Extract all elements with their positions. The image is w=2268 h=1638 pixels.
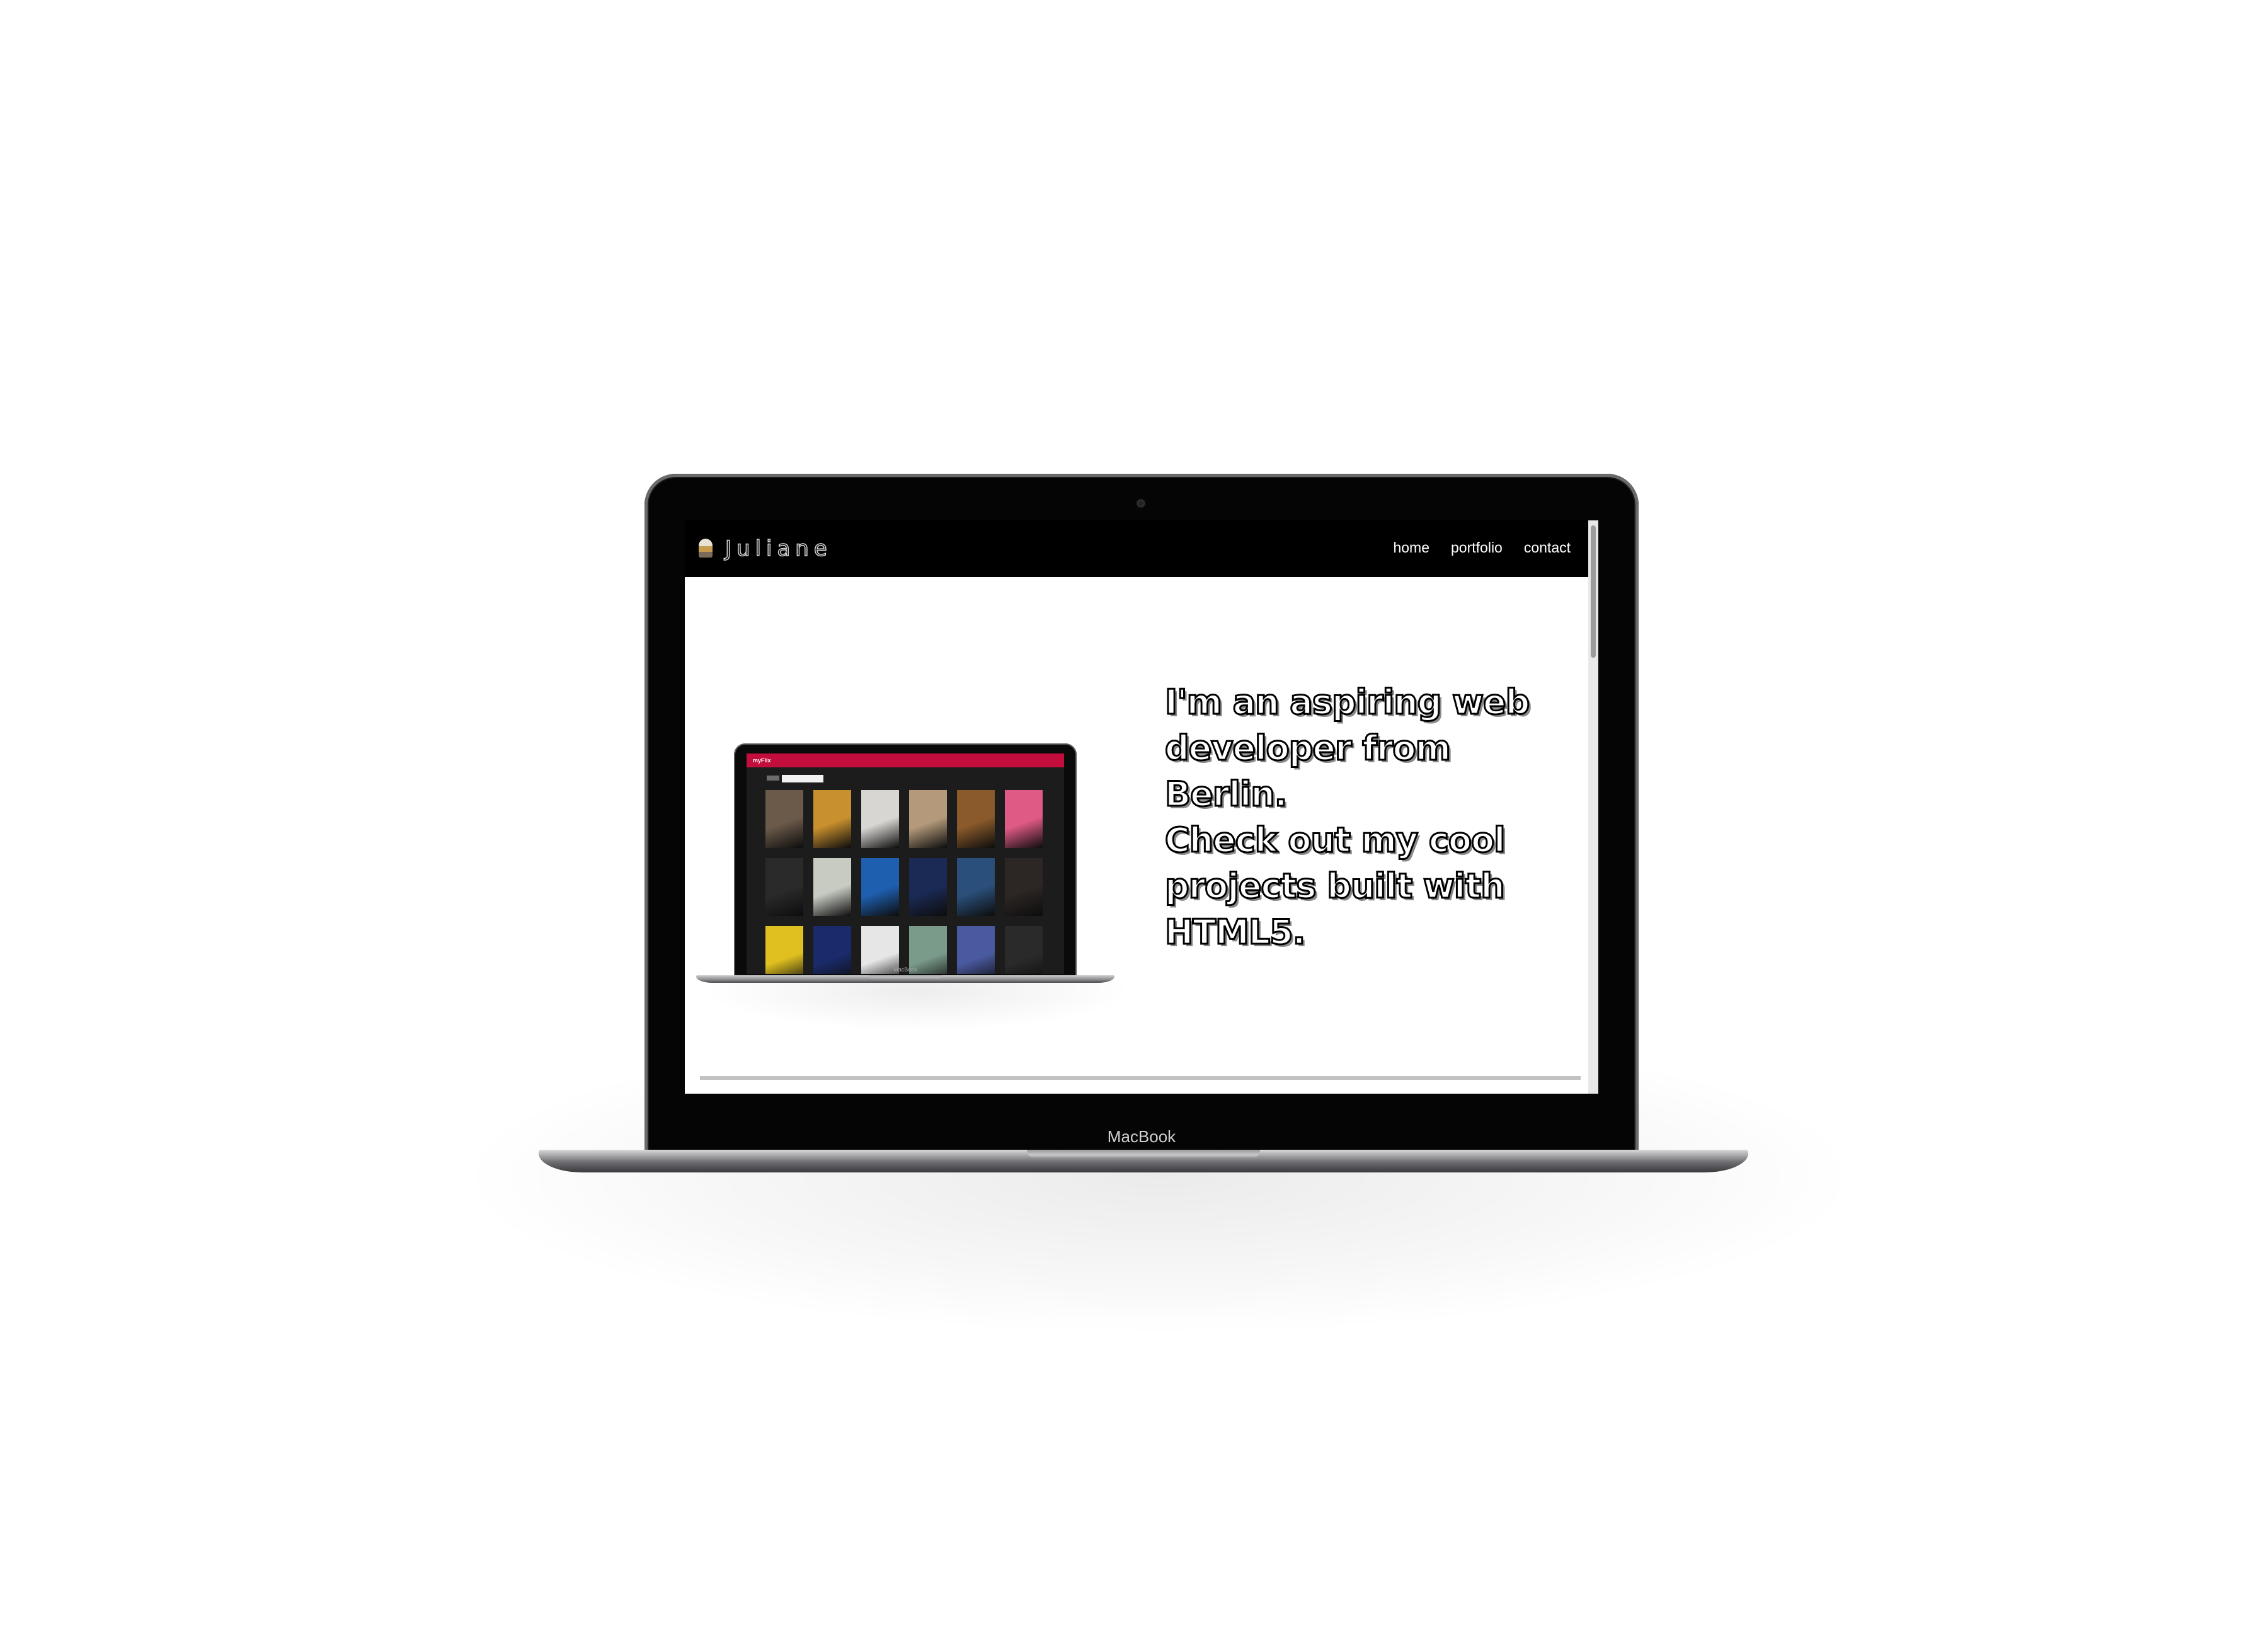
preview-search-label xyxy=(767,776,779,781)
horizontal-rule xyxy=(700,1076,1581,1080)
hero-line: developer from xyxy=(1164,728,1452,769)
site-logo-text[interactable]: Juliane xyxy=(724,534,832,563)
preview-brand: myFlix xyxy=(753,757,771,764)
preview-movie-poster xyxy=(957,790,995,848)
preview-movie-poster xyxy=(861,790,899,848)
nav-home-link[interactable]: home xyxy=(1393,539,1429,556)
preview-movie-poster xyxy=(1005,790,1043,848)
webcam xyxy=(1137,500,1145,507)
preview-search-input xyxy=(782,775,823,782)
preview-app-screenshot[interactable]: myFlix xyxy=(747,753,1064,974)
preview-movie-poster xyxy=(909,790,947,848)
laptop-brand-label: MacBook xyxy=(1107,1127,1176,1146)
logo-icon[interactable] xyxy=(699,539,713,558)
preview-movie-poster xyxy=(765,790,803,848)
preview-movie-poster xyxy=(957,858,995,916)
hero-heading: I'm an aspiring web developer from Berli… xyxy=(1164,679,1568,955)
vertical-scrollbar[interactable] xyxy=(1588,520,1598,1094)
preview-device-label: MacBook xyxy=(893,966,917,973)
browser-viewport: Juliane home portfolio contact myFlix Ma… xyxy=(685,520,1598,1094)
preview-laptop-notch xyxy=(869,975,942,978)
preview-navbar: myFlix xyxy=(747,753,1064,767)
preview-movie-poster xyxy=(1005,858,1043,916)
nav-contact-link[interactable]: contact xyxy=(1524,539,1571,556)
preview-movie-poster xyxy=(765,858,803,916)
preview-movie-poster xyxy=(909,858,947,916)
hero-line: Check out my cool xyxy=(1164,820,1507,861)
site-navbar: Juliane home portfolio contact xyxy=(685,520,1588,577)
hero-line: I'm an aspiring web xyxy=(1164,682,1531,723)
preview-movie-poster xyxy=(813,858,851,916)
hero-line: Berlin. xyxy=(1164,774,1288,815)
scrollbar-thumb[interactable] xyxy=(1591,525,1596,658)
preview-movie-poster xyxy=(861,858,899,916)
preview-movie-poster xyxy=(813,790,851,848)
hero-line: HTML5. xyxy=(1164,912,1307,953)
nav-portfolio-link[interactable]: portfolio xyxy=(1451,539,1503,556)
nav-links: home portfolio contact xyxy=(1393,539,1571,556)
hero-line: projects built with xyxy=(1164,866,1506,907)
laptop-hinge-notch xyxy=(1027,1150,1260,1159)
